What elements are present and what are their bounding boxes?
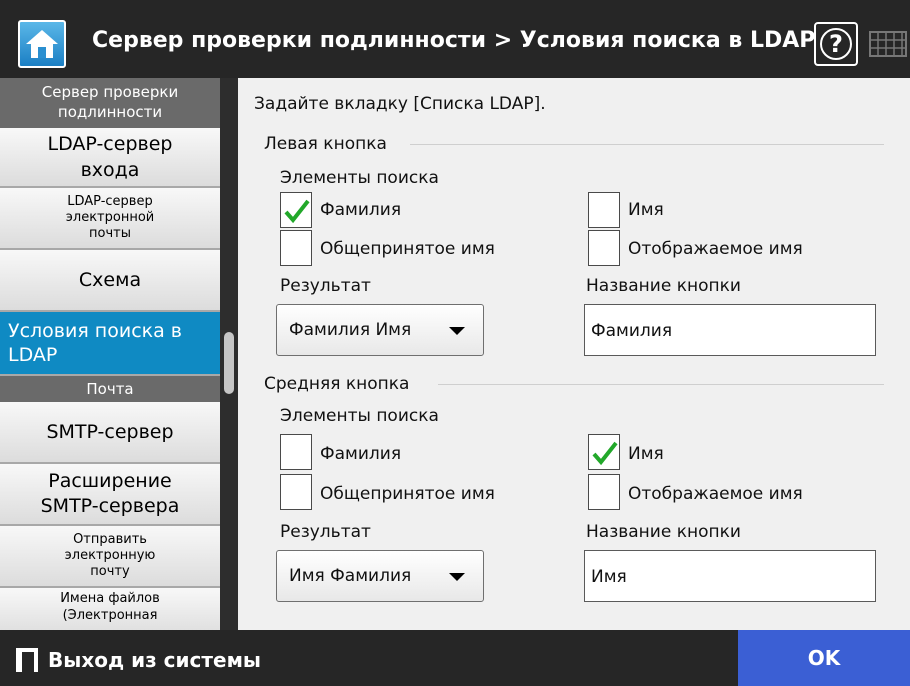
chevron-down-icon	[449, 327, 465, 335]
sidebar-item-schema[interactable]: Схема	[0, 250, 220, 312]
sidebar-item-send-email[interactable]: Отправить электронную почту	[0, 526, 220, 588]
logout-label: Выход из системы	[48, 648, 261, 672]
left-name-checkbox[interactable]	[588, 192, 620, 228]
middle-surname-label: Фамилия	[320, 444, 402, 464]
middle-button-name-input[interactable]: Имя	[584, 550, 876, 602]
chevron-down-icon	[449, 573, 465, 581]
middle-result-value: Имя Фамилия	[289, 566, 412, 586]
middle-common-name-checkbox[interactable]	[280, 474, 312, 510]
middle-result-label: Результат	[280, 522, 371, 542]
middle-display-name-checkbox[interactable]	[588, 474, 620, 510]
checkmark-icon	[284, 199, 310, 224]
section-divider	[438, 384, 884, 385]
middle-button-name-value: Имя	[591, 567, 627, 587]
left-button-name-input[interactable]: Фамилия	[584, 304, 876, 356]
checkmark-icon	[592, 441, 618, 466]
sidebar-section-auth: Сервер проверки подлинности	[0, 78, 220, 128]
middle-search-items-label: Элементы поиска	[280, 406, 439, 426]
section-divider	[410, 144, 884, 145]
middle-button-name-label: Название кнопки	[586, 522, 741, 542]
sidebar-item-smtp[interactable]: SMTP-сервер	[0, 402, 220, 464]
left-button-name-label: Название кнопки	[586, 276, 741, 296]
sidebar-item-smtp-extension[interactable]: Расширение SMTP-сервера	[0, 464, 220, 526]
instruction-text: Задайте вкладку [Списка LDAP].	[254, 94, 546, 114]
left-result-value: Фамилия Имя	[289, 320, 412, 340]
left-button-name-value: Фамилия	[591, 321, 673, 341]
ok-button[interactable]: OK	[738, 630, 910, 686]
help-button[interactable]: ?	[814, 22, 858, 66]
left-common-name-checkbox[interactable]	[280, 230, 312, 266]
page-title: Сервер проверки подлинности > Условия по…	[92, 28, 816, 53]
sidebar: Сервер проверки подлинности LDAP-сервер …	[0, 78, 220, 630]
door-icon	[16, 648, 38, 672]
header-bar: Сервер проверки подлинности > Условия по…	[0, 0, 910, 78]
left-result-label: Результат	[280, 276, 371, 296]
main-panel: Задайте вкладку [Списка LDAP]. Левая кно…	[238, 78, 910, 630]
sidebar-section-mail: Почта	[0, 376, 220, 402]
left-common-name-label: Общепринятое имя	[320, 239, 495, 259]
left-display-name-checkbox[interactable]	[588, 230, 620, 266]
left-display-name-label: Отображаемое имя	[628, 239, 803, 259]
home-button[interactable]	[18, 20, 66, 68]
sidebar-item-search-conditions[interactable]: Условия поиска в LDAP	[0, 312, 220, 376]
middle-button-heading: Средняя кнопка	[264, 374, 410, 394]
sidebar-item-ldap-login[interactable]: LDAP-сервер входа	[0, 128, 220, 188]
left-button-heading: Левая кнопка	[264, 134, 387, 154]
sidebar-scroll-thumb[interactable]	[224, 332, 234, 394]
middle-name-label: Имя	[628, 444, 664, 464]
middle-common-name-label: Общепринятое имя	[320, 484, 495, 504]
footer-bar: Выход из системы OK	[0, 630, 910, 686]
home-icon	[26, 30, 58, 58]
sidebar-item-ldap-email[interactable]: LDAP-сервер электронной почты	[0, 188, 220, 250]
sidebar-item-filenames[interactable]: Имена файлов (Электронная	[0, 588, 220, 630]
left-result-dropdown[interactable]: Фамилия Имя	[276, 304, 484, 356]
keyboard-icon[interactable]	[868, 24, 908, 64]
middle-display-name-label: Отображаемое имя	[628, 484, 803, 504]
left-surname-checkbox[interactable]	[280, 192, 312, 228]
logout-button[interactable]: Выход из системы	[16, 648, 261, 672]
help-icon: ?	[820, 28, 852, 60]
left-name-label: Имя	[628, 200, 664, 220]
middle-name-checkbox[interactable]	[588, 434, 620, 470]
middle-result-dropdown[interactable]: Имя Фамилия	[276, 550, 484, 602]
middle-surname-checkbox[interactable]	[280, 434, 312, 470]
left-search-items-label: Элементы поиска	[280, 168, 439, 188]
left-surname-label: Фамилия	[320, 200, 402, 220]
